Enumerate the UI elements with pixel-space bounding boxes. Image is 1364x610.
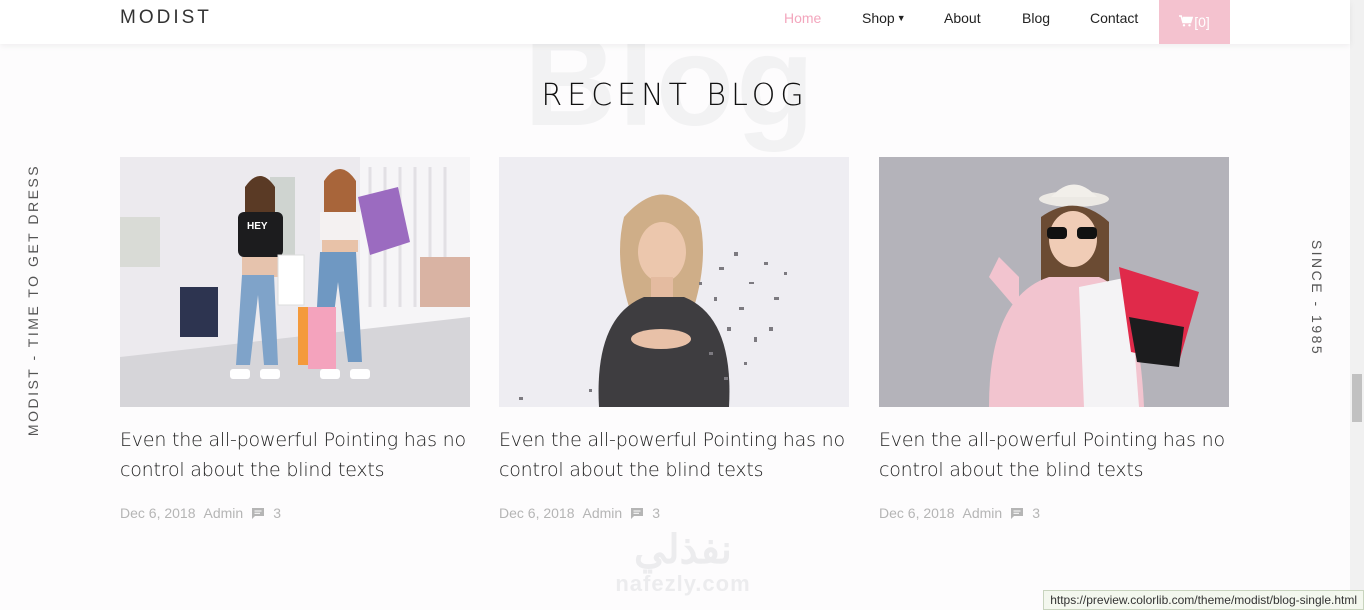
- nav-blog[interactable]: Blog: [1022, 10, 1050, 26]
- chat-icon[interactable]: [251, 507, 265, 520]
- watermark-latin: nafezly.com: [615, 571, 751, 596]
- nav-contact[interactable]: Contact: [1090, 10, 1138, 26]
- top-navbar: MODIST Home Shop ▼ About Blog Contact [0]: [0, 0, 1350, 44]
- cart-icon: [1179, 14, 1194, 30]
- watermark-logo: نفذلي nafezly.com: [598, 528, 768, 596]
- nav-home[interactable]: Home: [784, 10, 821, 26]
- blog-card: HEY Even the all-powerful Pointing has n…: [120, 157, 470, 521]
- scrollbar-thumb[interactable]: [1352, 374, 1362, 422]
- chat-icon[interactable]: [630, 507, 644, 520]
- side-tagline: MODIST - TIME TO GET DRESS: [25, 163, 41, 437]
- post-date[interactable]: Dec 6, 2018: [879, 505, 955, 521]
- nav-shop[interactable]: Shop ▼: [862, 10, 906, 26]
- cart-button[interactable]: [0]: [1159, 0, 1230, 44]
- post-author[interactable]: Admin: [963, 505, 1003, 521]
- comment-count: 3: [652, 505, 660, 521]
- post-author[interactable]: Admin: [204, 505, 244, 521]
- watermark-arabic: نفذلي: [634, 528, 732, 572]
- brand-logo[interactable]: MODIST: [120, 7, 212, 29]
- nav-shop-label: Shop: [862, 10, 895, 26]
- post-date[interactable]: Dec 6, 2018: [120, 505, 196, 521]
- blog-post-title[interactable]: Even the all-powerful Pointing has no co…: [120, 425, 470, 485]
- comment-count: 3: [273, 505, 281, 521]
- blog-card: Even the all-powerful Pointing has no co…: [499, 157, 849, 521]
- caret-down-icon: ▼: [896, 13, 906, 23]
- blog-image-shopping-girls[interactable]: HEY: [120, 157, 470, 407]
- blog-post-title[interactable]: Even the all-powerful Pointing has no co…: [879, 425, 1229, 485]
- blog-post-title[interactable]: Even the all-powerful Pointing has no co…: [499, 425, 849, 485]
- cart-count: [0]: [1194, 14, 1210, 30]
- nav-about[interactable]: About: [944, 10, 981, 26]
- comment-count: 3: [1032, 505, 1040, 521]
- svg-text:HEY: HEY: [247, 221, 268, 232]
- blog-post-meta: Dec 6, 2018 Admin 3: [879, 505, 1229, 521]
- post-author[interactable]: Admin: [583, 505, 623, 521]
- chat-icon[interactable]: [1010, 507, 1024, 520]
- vertical-scrollbar[interactable]: [1350, 0, 1364, 610]
- blog-post-meta: Dec 6, 2018 Admin 3: [120, 505, 470, 521]
- blog-image-confetti-woman[interactable]: [499, 157, 849, 407]
- section-title: RECENT BLOG: [541, 78, 809, 113]
- blog-card: Even the all-powerful Pointing has no co…: [879, 157, 1229, 521]
- blog-post-meta: Dec 6, 2018 Admin 3: [499, 505, 849, 521]
- blog-image-girl-with-bags[interactable]: [879, 157, 1229, 407]
- link-status-bar: https://preview.colorlib.com/theme/modis…: [1043, 590, 1364, 610]
- side-since: SINCE - 1985: [1309, 239, 1325, 357]
- post-date[interactable]: Dec 6, 2018: [499, 505, 575, 521]
